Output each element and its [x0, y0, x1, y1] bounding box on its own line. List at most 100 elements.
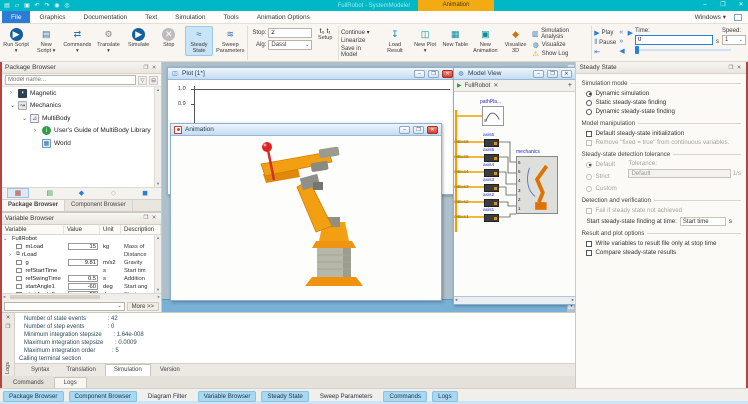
browser-view-button[interactable]: ◆: [70, 188, 92, 198]
tolerance-input[interactable]: Default: [628, 169, 730, 178]
tree-expander[interactable]: ›: [34, 128, 39, 134]
radio-option[interactable]: Default: [586, 160, 624, 169]
browser-view-button[interactable]: ▤: [39, 188, 61, 198]
variable-value[interactable]: 0.5: [68, 275, 98, 282]
close-icon[interactable]: ✕: [442, 70, 453, 78]
plot-checkbox[interactable]: [16, 276, 22, 282]
close-icon[interactable]: ✕: [150, 215, 158, 221]
close-icon[interactable]: ✕: [427, 126, 438, 134]
skip-start-button[interactable]: ⇤: [594, 48, 616, 56]
continue-button[interactable]: Continue ▾: [341, 29, 379, 36]
variable-row[interactable]: startAngle1 -60 deg Start ang: [2, 283, 161, 291]
tree-item[interactable]: ⌄ ↝ Mechanics: [2, 100, 161, 113]
ribbon-button[interactable]: ≈ Steady State: [185, 26, 213, 56]
status-panel-button[interactable]: Diagram Filter: [142, 391, 193, 402]
start-time-input[interactable]: Start time: [680, 217, 726, 226]
pin-icon[interactable]: ❐: [6, 324, 11, 330]
log-tab[interactable]: Version: [152, 365, 188, 376]
ribbon-button[interactable]: ↧ Load Result: [381, 26, 409, 56]
plot-checkbox[interactable]: [16, 260, 22, 266]
browser-tab[interactable]: Package Browser: [2, 200, 65, 211]
variable-row[interactable]: refStartTime s Start tim: [2, 267, 161, 275]
browser-tab[interactable]: Component Browser: [65, 200, 133, 211]
close-icon[interactable]: ✕: [561, 70, 572, 78]
close-icon[interactable]: ✕: [6, 315, 11, 321]
minimize-button[interactable]: –: [399, 126, 410, 134]
setup-button[interactable]: t₀ t₁ Setup: [314, 26, 336, 41]
radio-option[interactable]: Strict: [586, 172, 624, 181]
close-tab-icon[interactable]: ✕: [493, 82, 498, 89]
checkbox[interactable]: [586, 241, 592, 247]
tree-expander[interactable]: ⌄: [10, 102, 15, 109]
ribbon-button[interactable]: ▣ New Animation: [471, 26, 499, 56]
ribbon-button[interactable]: ⇄ Commands ▾: [62, 26, 92, 56]
minimize-button[interactable]: –: [700, 0, 710, 11]
tree-item[interactable]: ▦ World: [2, 137, 161, 150]
close-button[interactable]: ✕: [736, 0, 746, 11]
tree-scrollbar[interactable]: ▴▾: [154, 87, 161, 187]
tree-item[interactable]: ⌄ ⊿ MultiBody: [2, 112, 161, 125]
row-expander[interactable]: ⌄: [3, 236, 8, 242]
column-header[interactable]: Value: [64, 225, 100, 234]
model-search-input[interactable]: [5, 75, 136, 85]
animation-canvas[interactable]: [171, 136, 441, 300]
time-input[interactable]: [635, 35, 713, 45]
pin-icon[interactable]: ❐: [727, 65, 735, 71]
step-forward-button[interactable]: »: [619, 38, 624, 45]
radio-button[interactable]: [586, 186, 592, 192]
browser-view-button[interactable]: ◇: [102, 188, 124, 198]
variable-scrollbar[interactable]: ▴▾: [154, 235, 161, 294]
axis-component[interactable]: [484, 199, 499, 207]
ribbon-link[interactable]: ⚠ Show Log: [532, 50, 590, 58]
quick-access-icon[interactable]: ▤: [3, 2, 11, 9]
radio-button[interactable]: [586, 100, 592, 106]
tree-item[interactable]: › i User's Guide of MultiBody Library: [2, 125, 161, 138]
linearize-button[interactable]: Linearize: [341, 38, 379, 44]
model-diagram[interactable]: pathPla... 6 olBus6 axis6: [454, 92, 575, 296]
maximize-button[interactable]: ❒: [428, 70, 439, 78]
checkbox-option[interactable]: Fail if steady state not achieved: [581, 206, 741, 215]
menu-item[interactable]: File: [2, 11, 30, 23]
menu-item[interactable]: Text: [136, 11, 166, 23]
axis-component[interactable]: [484, 214, 499, 222]
context-tab-animation[interactable]: Animation: [418, 0, 494, 11]
radio-option[interactable]: Dynamic simulation: [581, 89, 741, 98]
variable-value[interactable]: 15: [68, 243, 98, 250]
ribbon-button[interactable]: ≋ Sweep Parameters: [215, 26, 245, 56]
stop-time-input[interactable]: [268, 28, 312, 38]
ribbon-button[interactable]: ▤ New Script ▾: [32, 26, 60, 56]
checkbox-option[interactable]: Remove "fixed = true" from continuous va…: [581, 138, 741, 147]
mechanics-component[interactable]: 6 5 4 3 2: [516, 156, 558, 214]
algorithm-select[interactable]: Dassl⌄: [268, 40, 312, 50]
path-planning-component[interactable]: [482, 106, 504, 126]
radio-button[interactable]: [586, 91, 592, 97]
variable-hscrollbar[interactable]: ◂▸: [2, 293, 161, 300]
radio-button[interactable]: [586, 162, 592, 168]
axis-component[interactable]: [484, 169, 499, 177]
log-tab[interactable]: Translation: [58, 365, 103, 376]
row-expander[interactable]: ›: [9, 252, 14, 258]
quick-access-icon[interactable]: ▣: [23, 2, 31, 9]
status-panel-button[interactable]: Component Browser: [69, 391, 137, 402]
dock-tab[interactable]: Commands: [4, 378, 53, 388]
ribbon-button[interactable]: ⚙ Translate ▾: [94, 26, 122, 56]
minimize-button[interactable]: –: [533, 70, 544, 78]
status-panel-button[interactable]: Logs: [432, 391, 457, 402]
ribbon-button[interactable]: ✕ Stop: [155, 26, 183, 50]
variable-filter-select[interactable]: ⌄: [4, 302, 125, 311]
filter-icon[interactable]: ▽: [138, 76, 147, 85]
axis-component[interactable]: [484, 139, 499, 147]
menu-item[interactable]: Simulation: [166, 11, 214, 23]
checkbox[interactable]: [586, 131, 592, 137]
variable-row[interactable]: › ⧉ rLoad Distance: [2, 251, 161, 259]
plot-checkbox[interactable]: [16, 284, 22, 290]
ribbon-button[interactable]: ▶ Simulate: [125, 26, 153, 50]
step-back-button[interactable]: «: [619, 29, 624, 36]
animation-titlebar[interactable]: Animation – ❒ ✕: [171, 124, 441, 136]
status-panel-button[interactable]: Sweep Parameters: [314, 391, 379, 402]
plot-checkbox[interactable]: [16, 268, 22, 274]
quick-access-icon[interactable]: ◎: [63, 2, 71, 9]
quick-access-icon[interactable]: ↶: [33, 2, 41, 9]
variable-row[interactable]: ⌄ FullRobot: [2, 235, 161, 243]
browser-view-button[interactable]: ◼: [134, 188, 156, 198]
